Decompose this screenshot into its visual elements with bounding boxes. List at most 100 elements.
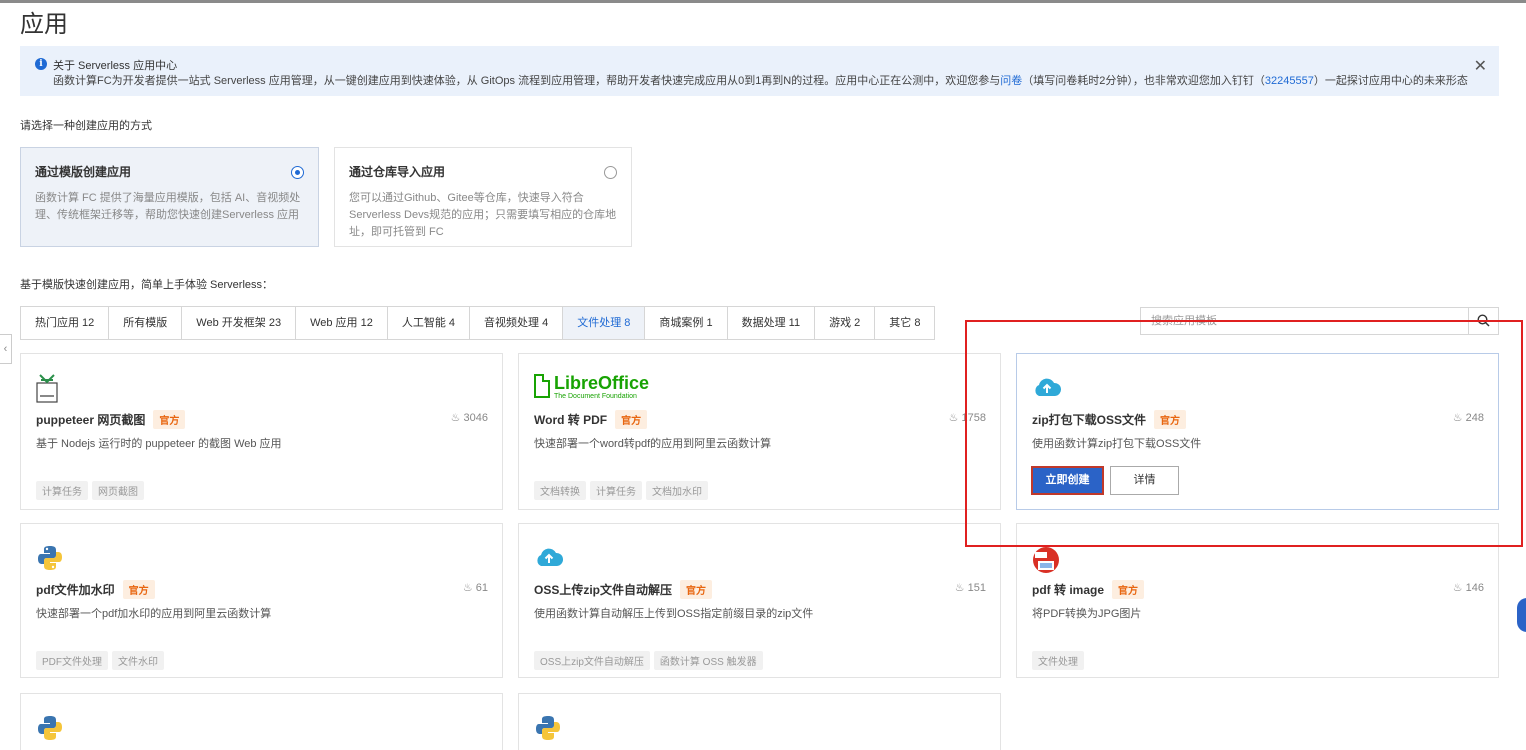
cloud-icon: [537, 548, 564, 566]
template-card-zip-download-oss[interactable]: zip打包下载OSS文件 官方 ♨ 248 使用函数计算zip打包下载OSS文件 …: [1016, 353, 1499, 510]
official-badge: 官方: [615, 410, 648, 429]
notice-text-1: 函数计算FC为开发者提供一站式 Serverless 应用管理，从一键创建应用到…: [53, 75, 1001, 87]
tab-all[interactable]: 所有模版: [109, 307, 183, 339]
tag: 文件水印: [112, 651, 164, 670]
card-title: OSS上传zip文件自动解压 官方: [534, 580, 713, 599]
python-icon: [536, 716, 560, 740]
like-icon: ♨: [450, 412, 461, 424]
templates-label: 基于模版快速创建应用，简单上手体验 Serverless：: [20, 279, 274, 291]
template-search: [1140, 307, 1499, 335]
like-count: 3046: [463, 412, 488, 424]
tab-web-app[interactable]: Web 应用 12: [296, 307, 388, 339]
card-title-text: pdf 转 image: [1032, 583, 1105, 597]
tab-ai[interactable]: 人工智能 4: [387, 307, 471, 339]
card-title: pdf 转 image 官方: [1032, 580, 1145, 599]
card-tags: OSS上zip文件自动解压 函数计算 OSS 触发器: [534, 651, 763, 670]
like-count: 1758: [961, 412, 986, 424]
template-card-word-to-pdf[interactable]: LibreOffice The Document Foundation Word…: [518, 353, 1001, 510]
template-card-partial[interactable]: [518, 693, 1001, 750]
tab-file-processing[interactable]: 文件处理 8: [563, 307, 646, 339]
collapse-sidebar-handle[interactable]: ‹: [0, 334, 12, 364]
puppeteer-icon: [36, 374, 58, 403]
template-card-oss-unzip[interactable]: OSS上传zip文件自动解压 官方 ♨ 151 使用函数计算自动解压上传到OSS指…: [518, 523, 1001, 678]
tab-web-framework[interactable]: Web 开发框架 23: [182, 307, 297, 339]
method-repo[interactable]: 通过仓库导入应用 您可以通过Github、Gitee等仓库，快速导入符合 Ser…: [334, 147, 632, 247]
notice-body: 函数计算FC为开发者提供一站式 Serverless 应用管理，从一键创建应用到…: [53, 72, 1468, 88]
dingtalk-group-link[interactable]: 32245557: [1265, 75, 1314, 87]
survey-link[interactable]: 问卷: [1000, 75, 1022, 87]
card-tags: 文档转换 计算任务 文档加水印: [534, 481, 708, 500]
tab-data-processing[interactable]: 数据处理 11: [727, 307, 816, 339]
tab-mall[interactable]: 商城案例 1: [645, 307, 728, 339]
libreoffice-icon: LibreOffice The Document Foundation: [534, 374, 649, 401]
tab-media[interactable]: 音视频处理 4: [470, 307, 564, 339]
create-now-button[interactable]: 立即创建: [1031, 466, 1104, 495]
like-count: 146: [1465, 582, 1484, 594]
template-card-pdf-to-image[interactable]: pdf 转 image 官方 ♨ 146 将PDF转换为JPG图片 文件处理: [1016, 523, 1499, 678]
libreoffice-logo-text: LibreOffice: [554, 373, 650, 393]
method-template-title: 通过模版创建应用: [35, 165, 132, 179]
card-likes: ♨ 151: [955, 581, 986, 594]
page-title: 应用: [20, 11, 68, 38]
tab-game[interactable]: 游戏 2: [815, 307, 876, 339]
template-card-pdf-watermark[interactable]: pdf文件加水印 官方 ♨ 61 快速部署一个pdf加水印的应用到阿里云函数计算 …: [20, 523, 503, 678]
tag: 函数计算 OSS 触发器: [653, 651, 763, 670]
method-template-radio[interactable]: [291, 166, 304, 179]
card-likes: ♨ 61: [463, 581, 488, 594]
close-icon[interactable]: ✕: [1474, 56, 1487, 76]
info-notice: i 关于 Serverless 应用中心 函数计算FC为开发者提供一站式 Ser…: [20, 46, 1499, 96]
template-card-puppeteer[interactable]: puppeteer 网页截图 官方 ♨ 3046 基于 Nodejs 运行时的 p…: [20, 353, 503, 510]
card-desc: 基于 Nodejs 运行时的 puppeteer 的截图 Web 应用: [36, 438, 282, 450]
python-icon: [38, 716, 62, 740]
card-likes: ♨ 146: [1453, 581, 1484, 594]
card-title-text: Word 转 PDF: [534, 413, 608, 427]
notice-title: 关于 Serverless 应用中心: [53, 60, 178, 72]
tab-hot[interactable]: 热门应用 12: [21, 307, 110, 339]
like-icon: ♨: [1452, 582, 1463, 594]
card-desc: 使用函数计算zip打包下载OSS文件: [1032, 438, 1202, 450]
card-desc: 快速部署一个pdf加水印的应用到阿里云函数计算: [36, 608, 272, 620]
card-likes: ♨ 1758: [949, 411, 986, 424]
create-method-label: 请选择一种创建应用的方式: [20, 120, 152, 132]
card-likes: ♨ 248: [1453, 411, 1484, 424]
like-icon: ♨: [954, 582, 965, 594]
card-title-text: zip打包下载OSS文件: [1032, 413, 1147, 427]
category-tabs: 热门应用 12 所有模版 Web 开发框架 23 Web 应用 12 人工智能 …: [20, 306, 936, 340]
card-desc: 快速部署一个word转pdf的应用到阿里云函数计算: [534, 438, 772, 450]
card-likes: ♨ 3046: [451, 411, 488, 424]
like-icon: ♨: [462, 582, 473, 594]
official-badge: 官方: [122, 580, 155, 599]
notice-text-2: （填写问卷耗时2分钟），也非常欢迎您加入钉钉（: [1022, 75, 1265, 87]
card-title: zip打包下载OSS文件 官方: [1032, 410, 1187, 429]
card-title: Word 转 PDF 官方: [534, 410, 648, 429]
card-title-text: OSS上传zip文件自动解压: [534, 583, 673, 597]
method-repo-desc: 您可以通过Github、Gitee等仓库，快速导入符合 Serverless D…: [349, 192, 617, 238]
tab-other[interactable]: 其它 8: [875, 307, 935, 339]
like-count: 248: [1465, 412, 1484, 424]
method-template[interactable]: 通过模版创建应用 函数计算 FC 提供了海量应用模版，包括 AI、音视频处理、传…: [20, 147, 319, 247]
official-badge: 官方: [1154, 410, 1187, 429]
like-icon: ♨: [1452, 412, 1463, 424]
floating-help-button[interactable]: [1517, 598, 1526, 632]
python-icon: [38, 546, 62, 570]
search-button[interactable]: [1468, 308, 1498, 334]
official-badge: 官方: [153, 410, 186, 429]
card-tags: 计算任务 网页截图: [36, 481, 144, 500]
card-title-text: pdf文件加水印: [36, 583, 115, 597]
template-card-partial[interactable]: [20, 693, 503, 750]
method-template-desc: 函数计算 FC 提供了海量应用模版，包括 AI、音视频处理、传统框架迁移等，帮助…: [35, 192, 301, 221]
official-badge: 官方: [680, 580, 713, 599]
like-count: 61: [475, 582, 488, 594]
card-title: puppeteer 网页截图 官方: [36, 410, 186, 429]
method-repo-radio[interactable]: [604, 166, 617, 179]
card-desc: 将PDF转换为JPG图片: [1032, 608, 1142, 620]
tag: 计算任务: [36, 481, 88, 500]
pdf-icon: [1033, 547, 1059, 573]
tag: 网页截图: [92, 481, 144, 500]
details-button[interactable]: 详情: [1110, 466, 1179, 495]
search-input[interactable]: [1141, 308, 1466, 334]
card-title: pdf文件加水印 官方: [36, 580, 155, 599]
card-title-text: puppeteer 网页截图: [36, 413, 146, 427]
official-badge: 官方: [1112, 580, 1145, 599]
window-top-border: [0, 0, 1526, 3]
